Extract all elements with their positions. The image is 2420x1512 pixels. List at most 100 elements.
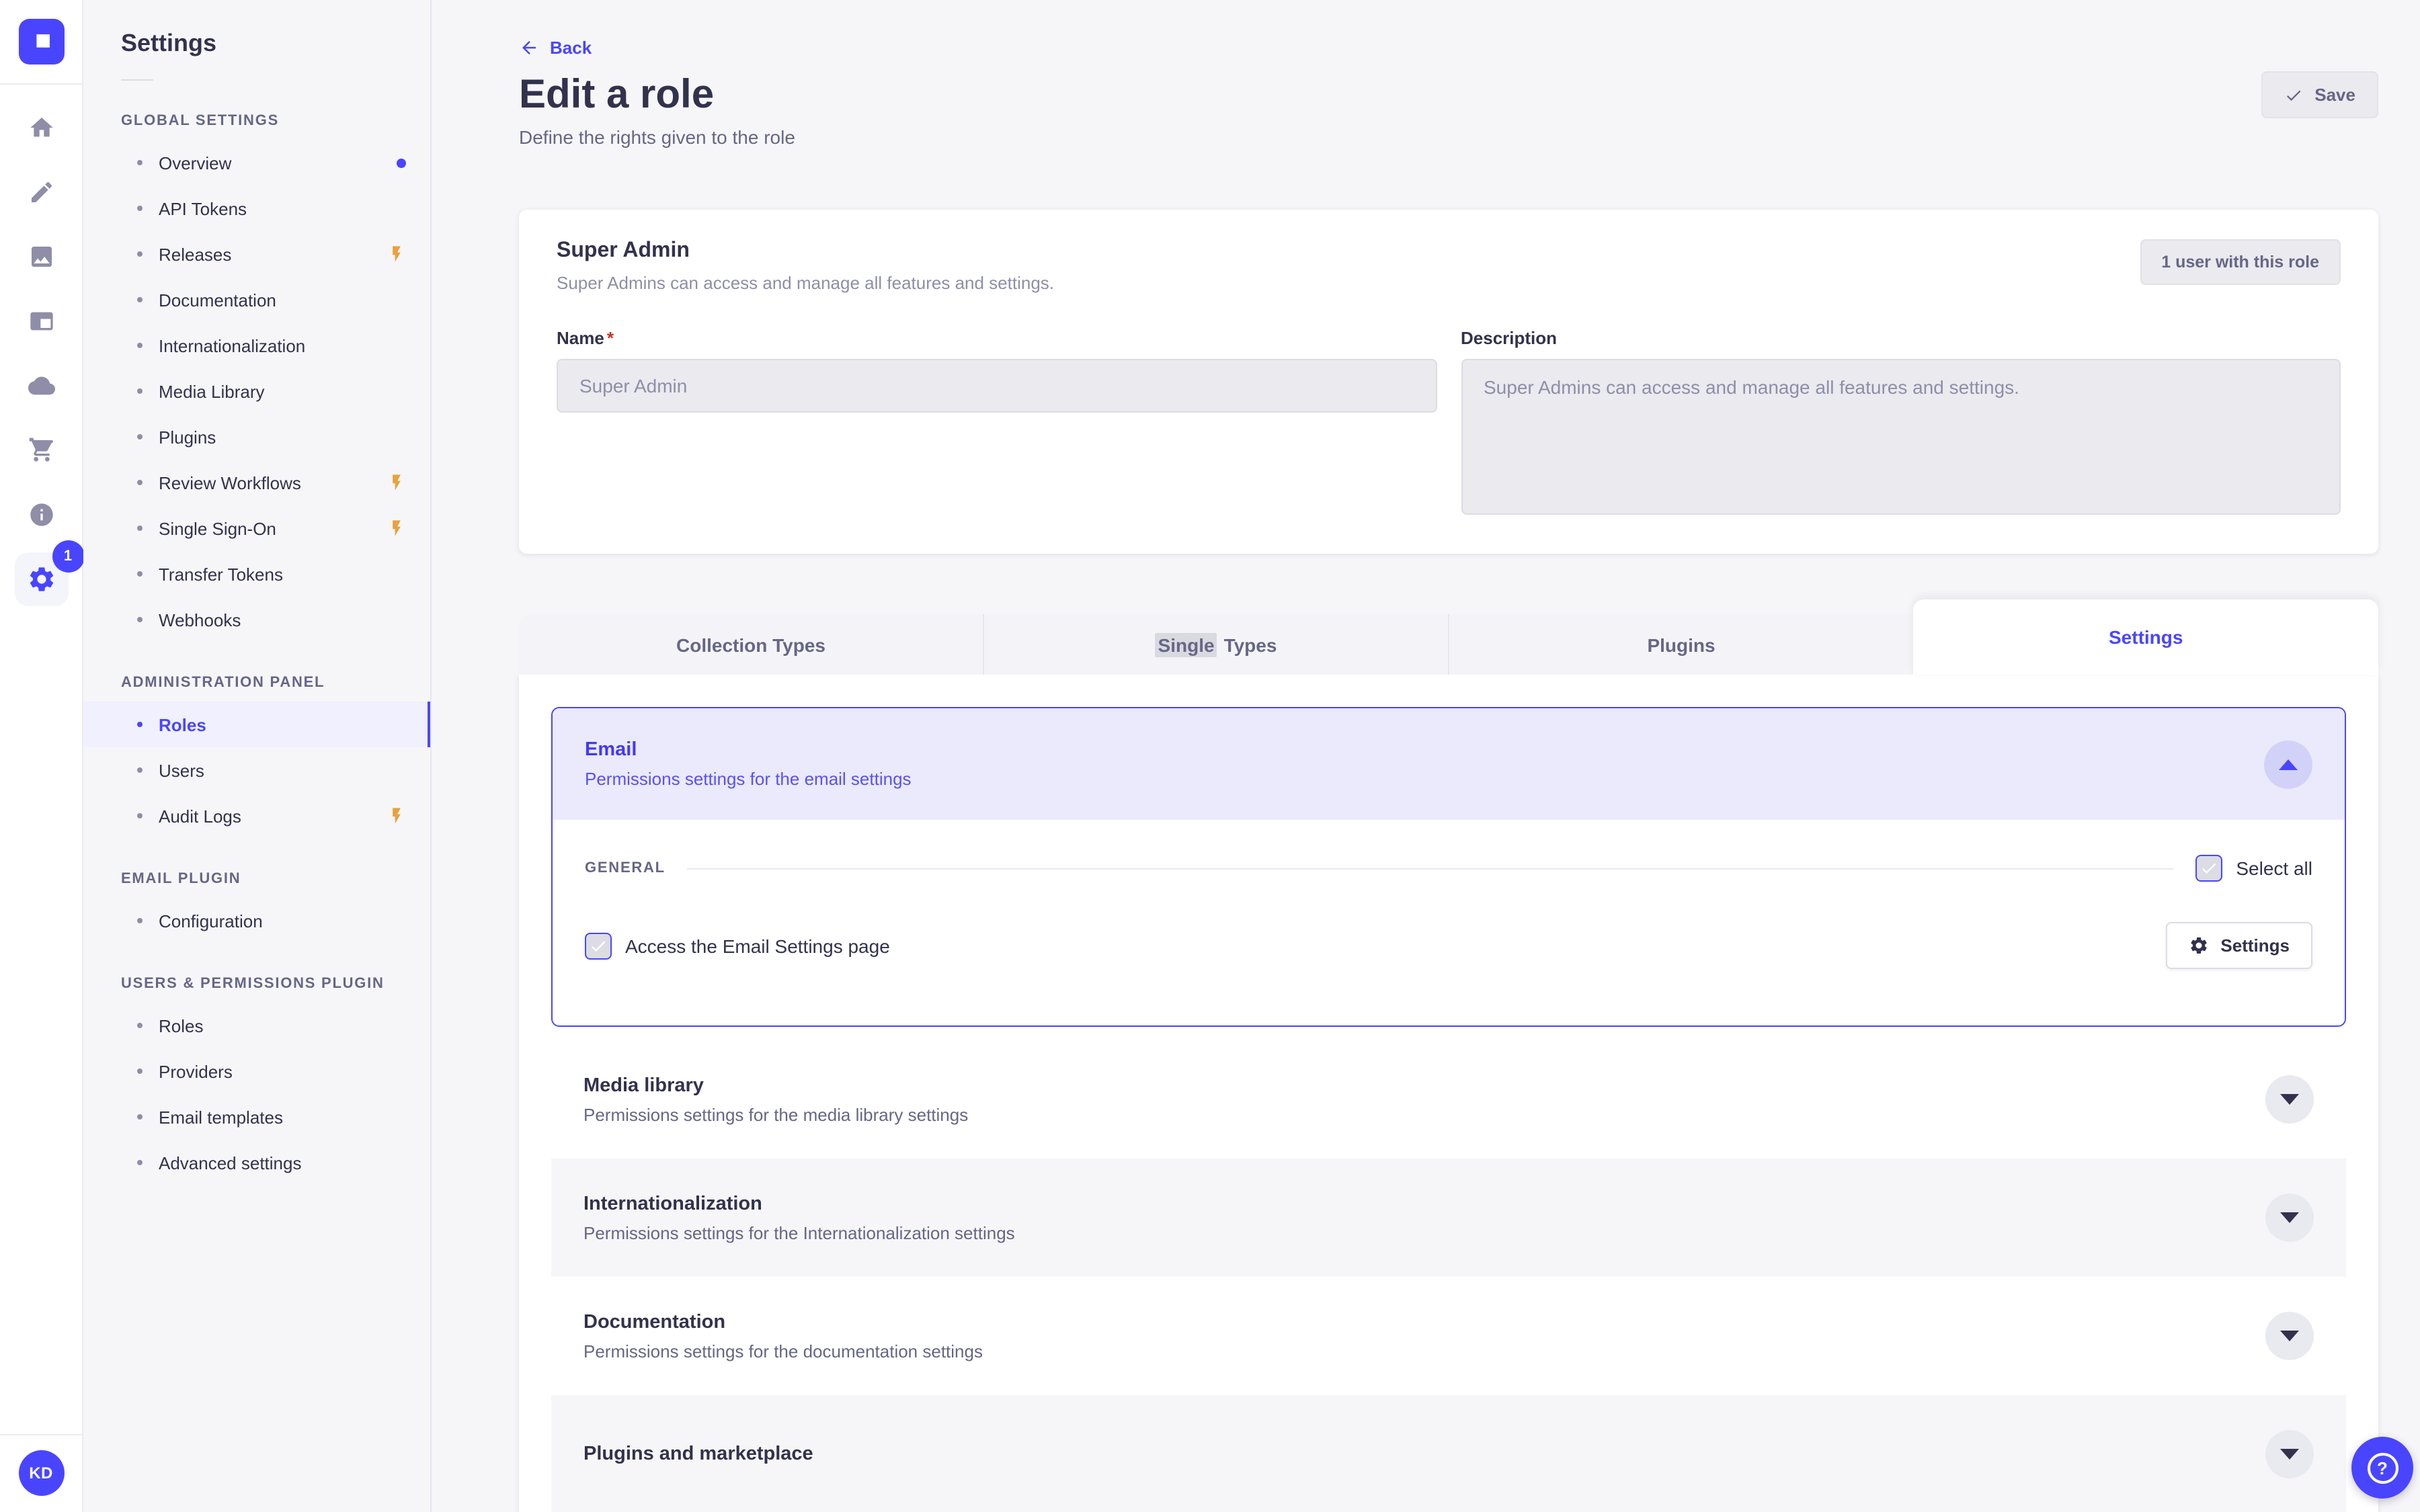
settings-active-background: 1 [14,540,84,606]
accordion-list: Media library Permissions settings for t… [551,1040,2346,1512]
bullet-icon [137,251,143,257]
sidebar-item-media-library[interactable]: Media Library [83,368,430,414]
expand-button[interactable] [2265,1430,2314,1478]
select-all-row[interactable]: Select all [2195,855,2312,882]
sidebar-item-configuration[interactable]: Configuration [83,898,430,943]
tab-single-types[interactable]: Single Types [984,614,1449,675]
expand-button[interactable] [2265,1312,2314,1360]
settings-gear-icon [26,564,56,594]
strapi-settings-page: 1 KD Settings GLOBAL SETTINGS Overview A… [0,0,2420,1512]
help-button[interactable]: ? [2351,1437,2413,1499]
bolt-icon [387,245,406,263]
save-button[interactable]: Save [2261,71,2378,118]
bullet-icon [137,918,143,923]
accordion-title: Email [585,739,637,761]
expand-button[interactable] [2265,1193,2314,1242]
name-input [557,359,1437,413]
tab-settings[interactable]: Settings [1913,599,2378,675]
accordion-email: Email Permissions settings for the email… [551,707,2346,1027]
rail-item-content-manager[interactable] [9,160,73,224]
chevron-up-icon [2279,759,2298,769]
sidebar-item-users[interactable]: Users [83,747,430,793]
bolt-icon [387,806,406,825]
settings-subnav: Settings GLOBAL SETTINGS Overview API To… [83,0,432,1512]
sidebar-item-audit-logs[interactable]: Audit Logs [83,793,430,839]
notification-dot-icon [397,158,406,167]
sidebar-item-email-templates[interactable]: Email templates [83,1094,430,1140]
strapi-logo[interactable] [18,19,64,65]
pen-icon [28,179,54,206]
general-section-label: GENERAL [585,860,666,876]
question-mark-icon: ? [2367,1452,2398,1483]
rail-item-marketplace[interactable] [9,418,73,482]
sidebar-item-plugins[interactable]: Plugins [83,414,430,460]
chevron-down-icon [2280,1331,2299,1341]
rail-item-media-library[interactable] [9,224,73,289]
bullet-icon [137,571,143,577]
sidebar-item-transfer-tokens[interactable]: Transfer Tokens [83,551,430,597]
sidebar-item-roles[interactable]: Roles [83,702,430,747]
sidebar-item-documentation[interactable]: Documentation [83,277,430,323]
sidebar-item-releases[interactable]: Releases [83,231,430,277]
bullet-icon [137,206,143,211]
sidebar-item-single-sign-on[interactable]: Single Sign-On [83,505,430,551]
sidebar-item-up-roles[interactable]: Roles [83,1003,430,1048]
tab-collection-types[interactable]: Collection Types [519,614,984,675]
sidebar-item-review-workflows[interactable]: Review Workflows [83,460,430,505]
check-icon [589,936,608,955]
accordion-email-body: GENERAL Select all Access the Email Sett… [553,820,2345,1025]
sidebar-item-advanced-settings[interactable]: Advanced settings [83,1140,430,1185]
access-email-settings-row[interactable]: Access the Email Settings page [585,932,890,959]
name-field-group: Name * [557,328,1437,521]
name-label: Name * [557,328,614,348]
sidebar-item-webhooks[interactable]: Webhooks [83,597,430,642]
sidebar-item-api-tokens[interactable]: API Tokens [83,185,430,231]
section-email-plugin: EMAIL PLUGIN Configuration [83,871,430,943]
users-with-role-button[interactable]: 1 user with this role [2140,239,2341,285]
accordion-internationalization[interactable]: Internationalization Permissions setting… [551,1159,2346,1277]
section-header: EMAIL PLUGIN [121,871,241,887]
sidebar-item-overview[interactable]: Overview [83,140,430,185]
email-settings-button[interactable]: Settings [2165,922,2312,969]
chevron-down-icon [2280,1094,2299,1105]
select-all-checkbox[interactable] [2195,855,2223,882]
description-label: Description [1461,328,1558,348]
bullet-icon [137,722,143,727]
bullet-icon [137,1023,143,1028]
bullet-icon [137,1160,143,1165]
rail-item-info[interactable] [9,482,73,547]
section-header: GLOBAL SETTINGS [121,113,280,129]
expand-button[interactable] [2265,1075,2314,1124]
bullet-icon [137,767,143,773]
main-content: Back Edit a role Save Define the rights … [432,0,2420,1512]
user-avatar[interactable]: KD [18,1450,64,1496]
gear-icon [2188,935,2208,956]
home-icon [28,114,54,141]
bullet-icon [137,434,143,439]
access-email-settings-checkbox[interactable] [585,932,612,959]
sidebar-item-providers[interactable]: Providers [83,1048,430,1094]
required-asterisk: * [606,328,614,348]
bullet-icon [137,526,143,531]
rail-item-home[interactable] [9,95,73,160]
rail-item-content-builder[interactable] [9,289,73,353]
rail-item-settings[interactable]: 1 [9,540,84,612]
cloud-icon [28,372,54,399]
selected-text: Single [1155,632,1217,657]
marketplace-cart-icon [28,437,54,464]
accordion-documentation[interactable]: Documentation Permissions settings for t… [551,1277,2346,1395]
sidebar-item-internationalization[interactable]: Internationalization [83,323,430,368]
accordion-email-header[interactable]: Email Permissions settings for the email… [553,708,2345,820]
role-name: Super Admin [557,239,690,262]
accordion-media-library[interactable]: Media library Permissions settings for t… [551,1040,2346,1159]
accordion-subtitle: Permissions settings for the email setti… [585,769,912,789]
accordion-plugins-marketplace[interactable]: Plugins and marketplace [551,1395,2346,1512]
page-title: Edit a role [519,72,715,116]
rail-item-cloud[interactable] [9,353,73,418]
bullet-icon [137,1068,143,1074]
collapse-button[interactable] [2264,740,2312,788]
bullet-icon [137,1114,143,1120]
back-link[interactable]: Back [519,38,592,58]
page-subtitle: Define the rights given to the role [519,126,795,148]
tab-plugins[interactable]: Plugins [1449,614,1914,675]
